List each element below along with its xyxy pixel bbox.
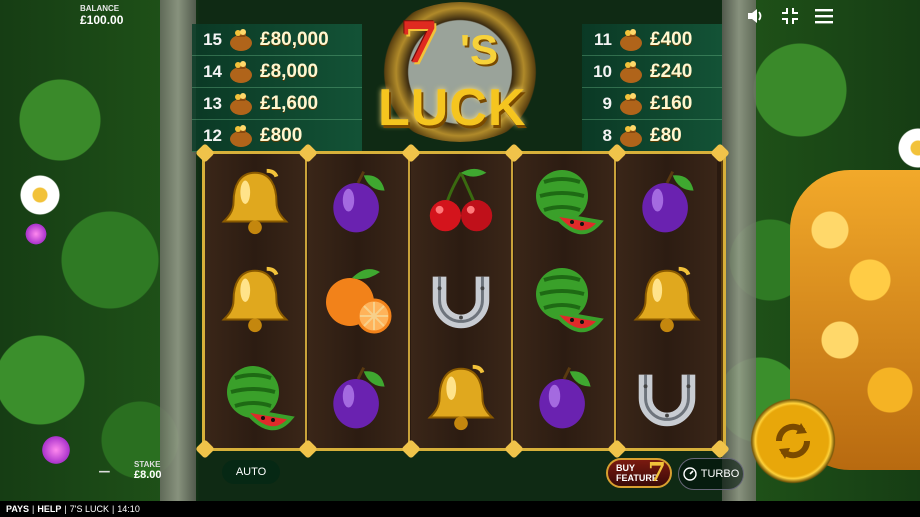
prize-value: £80,000 [260, 28, 329, 50]
gold-bag-icon [228, 28, 254, 51]
reel-column [514, 154, 616, 448]
reel-column [308, 154, 410, 448]
paytable-row: 8 £80 [582, 120, 722, 152]
reel-column [411, 154, 513, 448]
fullscreen-icon[interactable] [780, 6, 800, 26]
horseshoe-icon [617, 350, 717, 446]
plum-icon [617, 154, 717, 250]
menu-icon[interactable] [814, 6, 834, 26]
paytable-row: 14 £8,000 [192, 56, 362, 88]
horseshoe-icon [411, 252, 511, 348]
game-logo: 7 'S LUCK [360, 2, 560, 142]
stake-value: £8.00 [134, 469, 162, 481]
bell-icon [205, 154, 305, 250]
gold-bag-icon [228, 92, 254, 115]
stake-label: STAKE [134, 460, 161, 469]
stake-display: STAKE £8.00 [134, 460, 162, 481]
turbo-button[interactable]: TURBO [678, 458, 744, 490]
symbol-count: 14 [203, 61, 222, 81]
balance-value: £100.00 [80, 13, 124, 27]
symbol-count: 9 [602, 93, 612, 113]
plum-icon [308, 154, 408, 250]
logo-luck: LUCK [378, 79, 527, 137]
prize-value: £240 [650, 60, 693, 82]
buy-feature-button[interactable]: BUY FEATURE 7 [606, 458, 672, 488]
watermelon-icon [205, 350, 305, 446]
logo-s: 'S [460, 26, 499, 73]
watermelon-icon [514, 154, 614, 250]
logo-seven: 7 [400, 10, 439, 76]
decrease-stake-button[interactable]: − [98, 459, 111, 485]
symbol-count: 13 [203, 93, 222, 113]
paytable-row: 15 £80,000 [192, 24, 362, 56]
cherry-icon [411, 154, 511, 250]
pays-link[interactable]: PAYS [6, 504, 29, 514]
turbo-icon [683, 467, 697, 481]
paytable-row: 9 £160 [582, 88, 722, 120]
reel-column [205, 154, 307, 448]
gold-bag-icon [618, 92, 644, 115]
gold-bag-icon [618, 28, 644, 51]
footer-bar: PAYS | HELP | 7'S LUCK | 14:10 [0, 501, 920, 517]
prize-value: £1,600 [260, 92, 319, 114]
clock: 14:10 [117, 504, 140, 514]
balance-label: BALANCE [80, 4, 120, 13]
symbol-count: 8 [602, 125, 612, 145]
reel-column [617, 154, 717, 448]
bell-icon [617, 252, 717, 348]
plum-icon [308, 350, 408, 446]
gold-bag-icon [618, 124, 644, 147]
gold-bag-icon [618, 60, 644, 83]
sound-icon[interactable] [746, 6, 766, 26]
buy-seven-icon: 7 [647, 458, 666, 488]
prize-value: £8,000 [260, 60, 319, 82]
symbol-count: 11 [594, 29, 612, 49]
gold-bag-icon [228, 60, 254, 83]
spin-arrows-icon [775, 423, 811, 459]
paytable-left: 15 £80,000 14 £8,000 13 £1,600 12 £800 [192, 24, 362, 152]
prize-value: £800 [260, 124, 303, 146]
reels-grid [195, 143, 730, 459]
symbol-count: 12 [203, 125, 222, 145]
bell-icon [205, 252, 305, 348]
top-controls [746, 6, 834, 26]
prize-value: £80 [650, 124, 682, 146]
prize-value: £400 [650, 28, 693, 50]
purple-flower [24, 222, 48, 246]
bell-icon [411, 350, 511, 446]
daisy-flower [898, 128, 920, 168]
symbol-count: 15 [203, 29, 222, 49]
autoplay-button[interactable]: AUTO [222, 460, 280, 484]
orange-icon [308, 252, 408, 348]
prize-value: £160 [650, 92, 693, 114]
paytable-row: 12 £800 [192, 120, 362, 152]
gold-bag-icon [228, 124, 254, 147]
paytable-right: 11 £400 10 £240 9 £160 8 £80 [582, 24, 722, 152]
plum-icon [514, 350, 614, 446]
symbol-count: 10 [593, 61, 612, 81]
game-name: 7'S LUCK [69, 504, 109, 514]
spin-button[interactable] [750, 398, 836, 484]
help-link[interactable]: HELP [37, 504, 61, 514]
daisy-flower [20, 175, 60, 215]
paytable-row: 10 £240 [582, 56, 722, 88]
watermelon-icon [514, 252, 614, 348]
turbo-label: TURBO [700, 468, 740, 480]
balance-display: BALANCE £100.00 [80, 4, 123, 27]
stone-pillar-left [160, 0, 196, 501]
paytable-row: 13 £1,600 [192, 88, 362, 120]
stone-pillar-right [722, 0, 756, 501]
paytable-row: 11 £400 [582, 24, 722, 56]
